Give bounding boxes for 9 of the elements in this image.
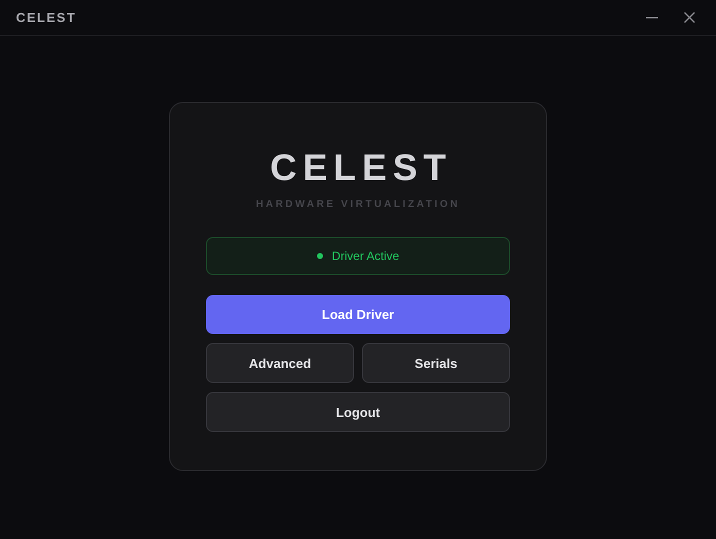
action-button[interactable]: Serials xyxy=(362,343,510,383)
action-button[interactable]: Load Driver xyxy=(206,295,510,334)
close-icon[interactable] xyxy=(684,12,695,23)
minimize-icon[interactable] xyxy=(646,16,658,18)
logo-text: CELEST xyxy=(269,147,452,189)
window-title: CELEST xyxy=(16,10,76,25)
action-button[interactable]: Logout xyxy=(206,392,510,432)
status-label: Driver Active xyxy=(332,249,400,263)
action-button[interactable]: Advanced xyxy=(206,343,354,383)
